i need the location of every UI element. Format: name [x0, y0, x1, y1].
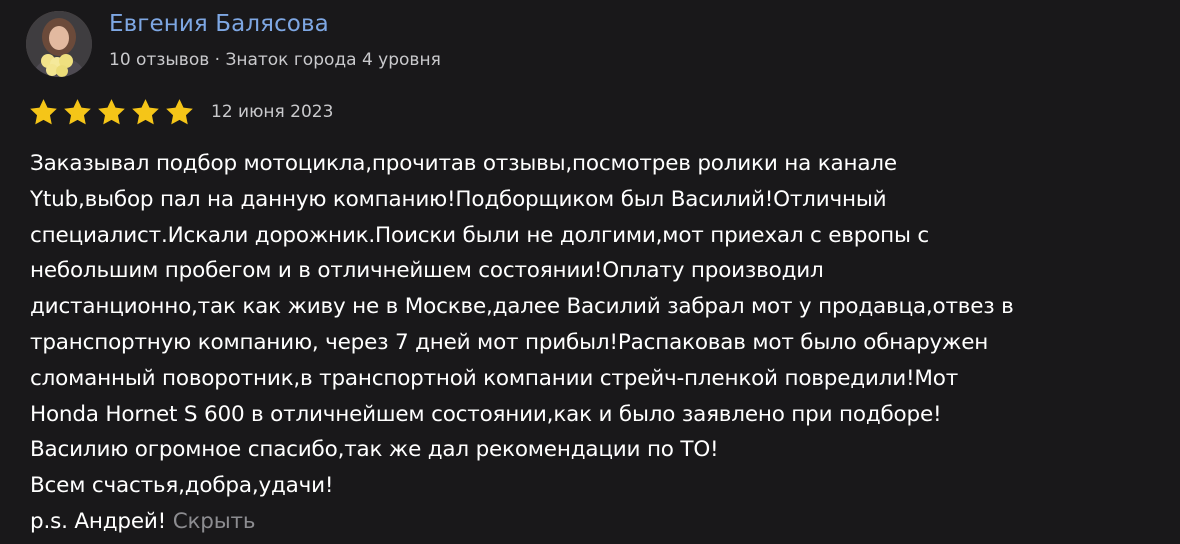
hide-review-link[interactable]: Скрыть — [173, 509, 256, 534]
rating-row: 12 июня 2023 — [28, 96, 333, 128]
author-name[interactable]: Евгения Балясова — [109, 11, 329, 37]
star-icon — [98, 98, 125, 124]
review-text-line: Ytub,выбор пал на данную компанию!Подбор… — [30, 186, 887, 212]
review-text-line: Василию огромное спасибо,так же дал реко… — [30, 437, 719, 463]
review-date: 12 июня 2023 — [211, 102, 334, 122]
avatar-photo — [26, 11, 92, 77]
review-card: Евгения Балясова 10 отзывов · Знаток гор… — [0, 0, 1180, 544]
author-avatar[interactable] — [26, 11, 92, 77]
star-icon — [64, 98, 91, 124]
star-icon — [30, 98, 57, 124]
review-text-line: Honda Hornet S 600 в отличнейшем состоян… — [30, 401, 942, 427]
review-text-line: небольшим пробегом и в отличнейшем состо… — [30, 258, 824, 284]
review-text-line: Заказывал подбор мотоцикла,прочитав отзы… — [30, 151, 897, 176]
review-text-line: специалист.Искали дорожник.Поиски были н… — [30, 222, 930, 248]
review-text-line: p.s. Андрей! — [30, 508, 167, 534]
review-text-line: дистанционно,так как живу не в Москве,да… — [30, 294, 1014, 320]
star-icon — [166, 98, 193, 124]
review-text-line: Всем счастья,добра,удачи! — [30, 473, 334, 499]
review-text-last-line: p.s. Андрей! Скрыть — [30, 504, 1150, 540]
review-text-line: транспортную компанию, через 7 дней мот … — [30, 329, 989, 355]
star-icon — [132, 98, 159, 124]
rating-stars — [28, 97, 195, 128]
author-meta: 10 отзывов · Знаток города 4 уровня — [109, 50, 441, 70]
review-text: Заказывал подбор мотоцикла,прочитав отзы… — [30, 146, 1150, 540]
review-text-line: сломанный поворотник,в транспортной комп… — [30, 365, 959, 391]
